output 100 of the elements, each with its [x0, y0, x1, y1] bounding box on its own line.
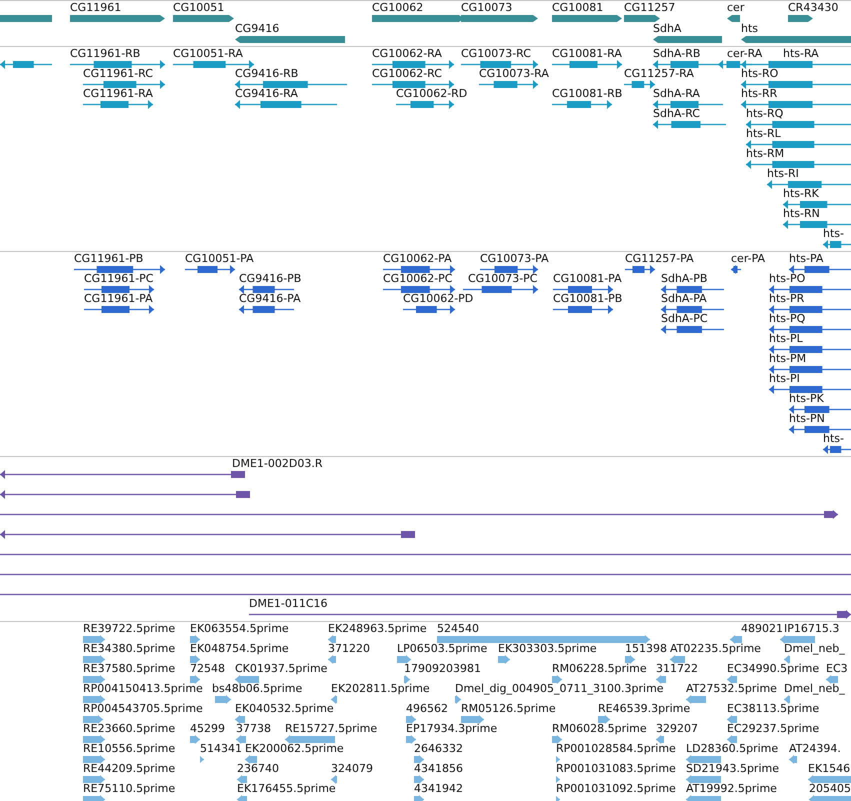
feature-label: SdhA-PB [661, 273, 708, 285]
feature-label: EP17934.3prime [406, 723, 498, 735]
feature-label: CG9416-RA [235, 88, 298, 100]
feature-label: CG10051-RA [173, 48, 243, 60]
feature-label: RE15727.5prime [285, 723, 378, 735]
feature-label: cer-PA [731, 253, 766, 265]
feature-label: hts-RN [783, 208, 820, 220]
feature-label: hts [741, 23, 758, 35]
feature-label: CG11961-RB [70, 48, 140, 60]
feature-label: EK048754.5prime [190, 643, 289, 655]
feature-label: CG10062-RA [372, 48, 442, 60]
feature-label: 4341856 [414, 763, 463, 775]
feature-label: CG9416-RB [235, 68, 298, 80]
feature-label: CG10062-RC [372, 68, 442, 80]
feature-label: hts-PQ [769, 313, 806, 325]
feature-label: cer [727, 2, 744, 14]
feature-label: EC29237.5prime [727, 723, 820, 735]
feature-label: 2646332 [414, 743, 463, 755]
feature-label: 524540 [437, 623, 479, 635]
feature-label: hts-RA [783, 48, 819, 60]
feature-label: EC34990.5prime [727, 663, 820, 675]
feature-label: EK063554.5prime [190, 623, 289, 635]
feature-label: hts-PO [769, 273, 806, 285]
feature-label: RE46539.3prime [598, 703, 690, 715]
feature-label: LD28360.5prime [686, 743, 778, 755]
feature-label: 4341942 [414, 783, 463, 795]
feature-label: hts-PK [789, 393, 824, 405]
feature-label: DME1-011C16 [249, 598, 328, 610]
feature-label: DME1-002D03.R [232, 458, 322, 470]
feature-label: 489021 [741, 623, 783, 635]
feature-label: CG10081-RB [552, 88, 622, 100]
feature-label: CG10062 [372, 2, 424, 14]
feature-label: SdhA-RA [653, 88, 700, 100]
feature-label: EC3 [826, 663, 848, 675]
feature-label: Dmel_neb_ [784, 643, 845, 655]
feature-label: CK01937.5prime [235, 663, 328, 675]
feature-label: hts-PA [789, 253, 824, 265]
feature-label: hts-RR [741, 88, 778, 100]
feature-label: 329207 [656, 723, 698, 735]
feature-label: 17909203981 [404, 663, 481, 675]
feature-label: RE10556.5prime [83, 743, 176, 755]
feature-label: EK202811.5prime [331, 683, 430, 695]
feature-label: SdhA-RB [653, 48, 700, 60]
feature-label: 151398 [625, 643, 667, 655]
feature-label: hts-PN [789, 413, 825, 425]
feature-label: RP004543705.5prime [83, 703, 203, 715]
feature-label: hts-RI [767, 168, 799, 180]
feature-label: 324079 [331, 763, 373, 775]
feature-label: 371220 [328, 643, 370, 655]
feature-label: CG10073-RC [461, 48, 531, 60]
feature-label: CR43430 [788, 2, 838, 14]
feature-label: CG11961-PA [84, 293, 153, 305]
feature-label: CG10062-PA [383, 253, 452, 265]
feature-label: CG11961-RC [83, 68, 153, 80]
feature-label: CG10081-PB [553, 293, 622, 305]
feature-label: hts- [823, 433, 844, 445]
feature-label: Dmel_dig_004905_0711_3100.3prime [455, 683, 664, 695]
feature-label: bs48b06.5prime [212, 683, 302, 695]
feature-label: EK200062.5prime [245, 743, 344, 755]
feature-label: hts-RL [746, 128, 781, 140]
feature-label: 496562 [406, 703, 448, 715]
feature-label: 45299 [190, 723, 225, 735]
feature-label: CG10073-RA [479, 68, 549, 80]
feature-label: EC38113.5prime [727, 703, 820, 715]
feature-label: SD21943.5prime [686, 763, 779, 775]
feature-label: CG11257 [624, 2, 676, 14]
feature-label: RP001028584.5prime [556, 743, 676, 755]
feature-label: 205405 [809, 783, 851, 795]
feature-label: CG10081 [552, 2, 604, 14]
feature-label: CG10081-PA [553, 273, 622, 285]
feature-label: hts-RQ [746, 108, 784, 120]
feature-label: cer-RA [727, 48, 762, 60]
feature-label: 311722 [656, 663, 698, 675]
feature-label: CG11961-PB [74, 253, 144, 265]
feature-label: hts-RK [783, 188, 819, 200]
feature-label: CG10073 [461, 2, 512, 14]
feature-label: EK1546 [808, 763, 850, 775]
feature-label: RM06228.5prime [552, 663, 647, 675]
feature-label: SdhA-RC [653, 108, 700, 120]
feature-label: SdhA-PC [661, 313, 708, 325]
feature-label: AT27532.5prime [686, 683, 777, 695]
feature-label: CG11961 [70, 2, 122, 14]
feature-label: CG10062-PC [383, 273, 452, 285]
feature-label: SdhA-PA [661, 293, 707, 305]
feature-label: CG10062-RD [396, 88, 468, 100]
feature-label: EK176455.5prime [237, 783, 336, 795]
feature-label: CG11257-PA [625, 253, 694, 265]
feature-label: CG10051-PA [185, 253, 254, 265]
feature-label: SdhA [653, 23, 682, 35]
feature-label: RE44209.5prime [83, 763, 176, 775]
feature-label: RE39722.5prime [83, 623, 176, 635]
feature-label: hts-RO [741, 68, 778, 80]
feature-label: LP06503.5prime [397, 643, 488, 655]
feature-label: AT24394. [789, 743, 841, 755]
feature-label: CG10073-PC [468, 273, 538, 285]
feature-label: IP16715.3 [784, 623, 840, 635]
feature-label: hts-PM [769, 353, 806, 365]
feature-label: hts-PR [769, 293, 804, 305]
feature-label: 514341 [200, 743, 242, 755]
feature-label: AT19992.5prime [686, 783, 777, 795]
